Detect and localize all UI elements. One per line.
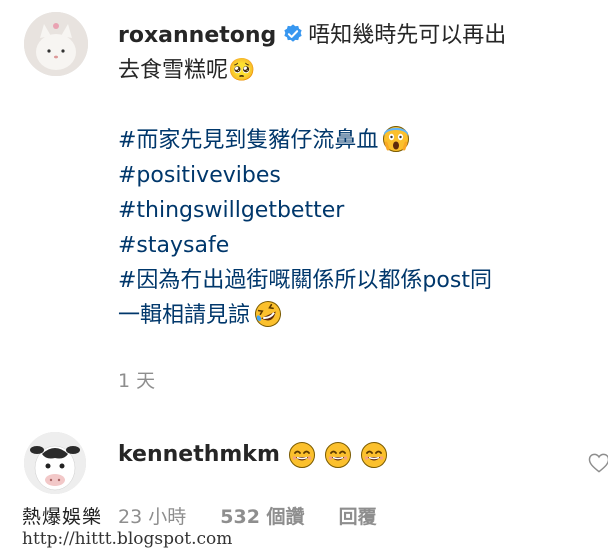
watermark: 熱爆娛樂 http://hittt.blogspot.com xyxy=(22,506,232,550)
hashtag-line: #thingswillgetbetter xyxy=(118,193,588,228)
caption-line-2: 去食雪糕呢🥺 xyxy=(118,58,256,83)
hashtag-link[interactable]: #而家先見到隻豬仔流鼻血 xyxy=(118,128,378,153)
hashtag-line: 一輯相請見諒 xyxy=(118,298,588,333)
commenter-avatar[interactable] xyxy=(24,432,86,494)
post-author-avatar[interactable] xyxy=(24,12,88,76)
hashtag-line: #positivevibes xyxy=(118,158,588,193)
hashtag-line: #staysafe xyxy=(118,228,588,263)
hashtag-line: #而家先見到隻豬仔流鼻血 xyxy=(118,123,588,158)
hashtag-link[interactable]: #thingswillgetbetter xyxy=(118,198,344,223)
cat-plush-avatar-icon xyxy=(24,12,88,76)
scream-emoji-icon xyxy=(382,125,410,153)
hashtag-link[interactable]: 一輯相請見諒 xyxy=(118,303,250,328)
comment-username[interactable]: kennethmkm xyxy=(118,437,280,472)
caption-line-1: roxannetong 唔知幾時先可以再出 xyxy=(118,18,588,53)
heart-outline-icon[interactable] xyxy=(588,453,608,475)
hashtag-link[interactable]: #positivevibes xyxy=(118,163,281,188)
rolling-laughing-emoji-icon xyxy=(254,300,282,328)
watermark-url: http://hittt.blogspot.com xyxy=(22,529,233,549)
post-username[interactable]: roxannetong xyxy=(118,23,276,48)
watermark-title: 熱爆娛樂 xyxy=(22,506,103,528)
comment-likes[interactable]: 532 個讚 xyxy=(220,506,304,528)
verified-badge-icon xyxy=(282,23,304,45)
post-caption: roxannetong 唔知幾時先可以再出 去食雪糕呢🥺 #而家先見到隻豬仔流鼻血… xyxy=(118,18,588,333)
reply-button[interactable]: 回覆 xyxy=(339,506,377,528)
smiling-emoji-icon xyxy=(288,441,316,469)
comment: kennethmkm xyxy=(118,437,538,472)
smiling-emoji-icon xyxy=(360,441,388,469)
hashtag-link[interactable]: #因為冇出過街嘅關係所以都係post同 xyxy=(118,268,492,293)
hashtag-line: #因為冇出過街嘅關係所以都係post同 xyxy=(118,263,588,298)
smiling-emoji-icon xyxy=(324,441,352,469)
comment-line: kennethmkm xyxy=(118,437,538,472)
caption-text: 唔知幾時先可以再出 xyxy=(308,23,507,48)
cow-plush-avatar-icon xyxy=(24,432,86,494)
hashtag-link[interactable]: #staysafe xyxy=(118,233,229,258)
post-timestamp[interactable]: 1 天 xyxy=(118,366,155,393)
